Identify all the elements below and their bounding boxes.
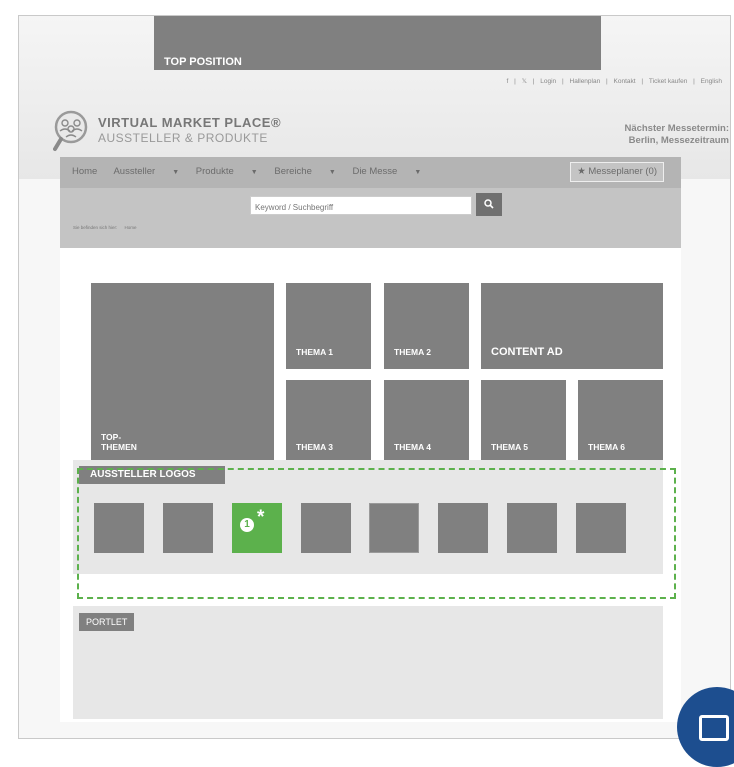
tile-top-themen[interactable]: TOP- THEMEN: [91, 283, 274, 464]
twitter-icon[interactable]: 𝕏: [522, 78, 527, 85]
chevron-down-icon: ▼: [414, 169, 422, 176]
tile-thema-5[interactable]: THEMA 5: [481, 380, 566, 464]
next-fair-info: Nächster Messetermin: Berlin, Messezeitr…: [624, 123, 729, 146]
tile-thema-3[interactable]: THEMA 3: [286, 380, 371, 464]
top-position-label: TOP POSITION: [164, 56, 242, 68]
nav-item-die-messe[interactable]: Die Messe ▼: [352, 166, 421, 177]
search-input[interactable]: [250, 196, 472, 215]
ticket-link[interactable]: Ticket kaufen: [649, 78, 687, 85]
nav-item-bereiche[interactable]: Bereiche ▼: [274, 166, 335, 177]
nav-item-aussteller[interactable]: Aussteller ▼: [113, 166, 179, 177]
utility-links: f | 𝕏 | Login | Hallenplan | Kontakt | T…: [506, 78, 722, 85]
window-icon: [699, 715, 729, 741]
portlet-label: PORTLET: [79, 613, 135, 631]
breadcrumb-home-link[interactable]: Home: [125, 225, 137, 230]
kontakt-link[interactable]: Kontakt: [614, 78, 636, 85]
messeplaner-button[interactable]: ★ Messeplaner (0): [570, 162, 664, 182]
english-link[interactable]: English: [701, 78, 722, 85]
top-position-banner[interactable]: TOP POSITION: [154, 16, 601, 70]
tile-thema-1[interactable]: THEMA 1: [286, 283, 371, 369]
tile-thema-6[interactable]: THEMA 6: [578, 380, 663, 464]
search-bar: Sie befinden sich hier: Home: [60, 188, 681, 248]
chevron-down-icon: ▼: [250, 169, 258, 176]
tile-content-ad[interactable]: CONTENT AD: [481, 283, 663, 369]
tile-thema-2[interactable]: THEMA 2: [384, 283, 469, 369]
chevron-down-icon: ▼: [328, 169, 336, 176]
tile-thema-4[interactable]: THEMA 4: [384, 380, 469, 464]
main-navigation: Home Aussteller ▼ Produkte ▼ Bereiche ▼ Die…: [60, 157, 681, 188]
chevron-down-icon: ▼: [172, 169, 180, 176]
search-button[interactable]: [476, 193, 502, 216]
brand-title: VIRTUAL MARKET PLACE®: [98, 115, 282, 130]
hallenplan-link[interactable]: Hallenplan: [570, 78, 601, 85]
facebook-icon[interactable]: f: [507, 78, 509, 85]
breadcrumb: Sie befinden sich hier: Home: [73, 225, 137, 230]
login-link[interactable]: Login: [540, 78, 556, 85]
highlight-dashed-frame: [77, 468, 676, 599]
people-magnifier-icon[interactable]: [53, 109, 93, 155]
portlet-section: PORTLET: [73, 606, 663, 719]
nav-item-home[interactable]: Home: [72, 166, 97, 177]
brand-subtitle: AUSSTELLER & PRODUKTE: [98, 131, 268, 145]
search-icon: [484, 199, 494, 209]
nav-item-produkte[interactable]: Produkte ▼: [196, 166, 258, 177]
star-icon: ★: [577, 166, 586, 177]
